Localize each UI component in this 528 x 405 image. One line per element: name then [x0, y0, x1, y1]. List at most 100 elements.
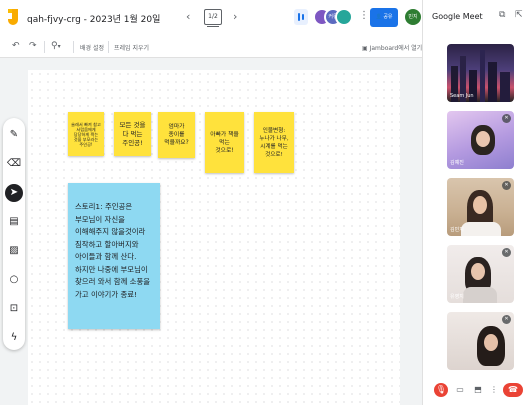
- story-sticky-note[interactable]: 스토리1: 주인공은 부모님이 자신을 이해해주지 않을것이라 짐작하고 할아버…: [68, 183, 160, 329]
- more-options-button[interactable]: ⋮: [487, 383, 501, 397]
- toolbar-divider: [73, 41, 74, 53]
- prev-frame-button[interactable]: ‹: [186, 10, 190, 23]
- more-vert-icon: ⋮: [490, 385, 498, 394]
- laser-icon: ϟ: [10, 332, 18, 343]
- laser-tool[interactable]: ϟ: [5, 329, 23, 347]
- chevron-right-icon: ›: [233, 10, 238, 23]
- open-window-icon: ▣: [362, 45, 368, 52]
- story-note-text: 스토리1: 주인공은 부모님이 자신을 이해해주지 않을것이라 짐작하고 할아버…: [75, 202, 151, 299]
- text-box-icon: ⊡: [9, 303, 19, 314]
- undo-button[interactable]: ↶: [12, 41, 20, 51]
- end-call-icon: ☎: [508, 385, 518, 394]
- frame-indicator[interactable]: 1/2: [204, 9, 222, 27]
- participant-shirt: [461, 222, 501, 236]
- end-call-button[interactable]: ☎: [503, 383, 523, 397]
- chevron-down-icon: ▾: [57, 43, 61, 50]
- user-avatar[interactable]: 민지: [405, 9, 421, 25]
- sticky-note[interactable]: 엄마가 종이를 먹을까요?: [158, 112, 195, 158]
- redo-icon: ↷: [29, 41, 37, 51]
- meet-panel-title: Google Meet: [432, 12, 483, 21]
- background-setting-button[interactable]: 배경 설정: [80, 43, 104, 52]
- pen-tool[interactable]: ✎: [5, 126, 23, 144]
- board-toolbar: ↶ ↷ ⚲▾ 배경 설정 프레임 지우기 ▣ Jamboard에서 열기: [0, 36, 422, 58]
- participant-name: Seam Jun: [450, 93, 474, 99]
- mic-off-icon: ✕: [504, 182, 509, 188]
- more-options-button[interactable]: ⋮: [359, 10, 369, 21]
- sticky-note-tool[interactable]: ▤: [5, 213, 23, 231]
- participant-name: 김예진: [450, 160, 464, 166]
- participant-face: [476, 131, 490, 147]
- participant-name: 김민지: [450, 227, 464, 233]
- clear-frame-button[interactable]: 프레임 지우기: [114, 43, 149, 52]
- mic-toggle-button[interactable]: 🎙: [434, 383, 448, 397]
- document-title[interactable]: qah-fjvy-crg - 2023년 1월 20일: [27, 12, 160, 25]
- sticky-note-text: 인물변형: 누나가 나무, 시계를 먹는 것으로!: [259, 127, 289, 158]
- participant-shirt: [463, 287, 497, 303]
- share-button[interactable]: 👤 공유: [370, 8, 398, 27]
- toolbar-divider: [108, 41, 109, 53]
- mic-off-indicator: ✕: [502, 181, 511, 190]
- meet-audio-indicator[interactable]: [294, 9, 308, 25]
- mic-off-icon: 🎙: [435, 385, 447, 394]
- present-icon: ⬒: [474, 385, 482, 394]
- next-frame-button[interactable]: ›: [233, 10, 237, 23]
- participant-tile[interactable]: Seam Jun: [447, 44, 514, 102]
- sticky-note-icon: ▤: [9, 216, 19, 227]
- text-box-tool[interactable]: ⊡: [5, 300, 23, 318]
- person-add-icon: 👤: [375, 14, 382, 20]
- open-meet-button[interactable]: ⇱: [515, 10, 523, 20]
- avatar: [335, 8, 353, 26]
- sticky-note[interactable]: 아빠가 책을 먹는 것으로!: [205, 112, 244, 173]
- participant-name: 유영지: [450, 294, 464, 300]
- participant-tile[interactable]: ✕ 김민지: [447, 178, 514, 236]
- participant-face: [473, 196, 487, 214]
- zoom-icon: ⚲: [51, 41, 58, 51]
- select-icon: ➤: [9, 187, 19, 198]
- audio-bar-icon: [298, 13, 300, 21]
- participant-face: [484, 334, 498, 351]
- select-tool[interactable]: ➤: [5, 184, 23, 202]
- sticky-note-text: 모든 것을 다 먹는 주인공!: [119, 120, 146, 147]
- mic-off-icon: ✕: [504, 316, 509, 322]
- sticky-note[interactable]: 술래서 빠져 참고 서럽움에게 당당하게 짝는 것을 부모라는 주인공!: [68, 112, 104, 156]
- jamboard-logo-icon: [8, 9, 18, 25]
- eraser-icon: ⌫: [6, 158, 22, 169]
- audio-bar-icon: [302, 14, 304, 20]
- tool-rail: ✎ ⌫ ➤ ▤ ▨ ○ ⊡ ϟ: [3, 118, 25, 350]
- open-in-jamboard-label: Jamboard에서 열기: [369, 45, 423, 52]
- mic-off-indicator: ✕: [502, 315, 511, 324]
- present-button[interactable]: ⬒: [471, 383, 485, 397]
- google-meet-panel: Google Meet ⧉ ⇱ Seam Jun ✕ 김예진 ✕ 김민지 ✕ 유…: [422, 0, 528, 405]
- participant-tile[interactable]: ✕: [447, 312, 514, 370]
- circle-icon: ○: [9, 274, 19, 285]
- undo-icon: ↶: [12, 41, 20, 51]
- chevron-left-icon: ‹: [186, 10, 191, 23]
- open-external-icon: ⇱: [515, 10, 523, 20]
- sticky-note[interactable]: 모든 것을 다 먹는 주인공!: [114, 112, 151, 156]
- whiteboard[interactable]: 술래서 빠져 참고 서럽움에게 당당하게 짝는 것을 부모라는 주인공! 모든 …: [28, 70, 400, 405]
- share-label: 공유: [383, 14, 393, 20]
- zoom-button[interactable]: ⚲▾: [51, 41, 61, 51]
- image-tool[interactable]: ▨: [5, 242, 23, 260]
- open-in-jamboard-button[interactable]: ▣ Jamboard에서 열기: [362, 43, 422, 52]
- pen-icon: ✎: [9, 129, 19, 140]
- more-vert-icon: ⋮: [359, 10, 369, 21]
- sticky-note-text: 술래서 빠져 참고 서럽움에게 당당하게 짝는 것을 부모라는 주인공!: [71, 121, 101, 147]
- eraser-tool[interactable]: ⌫: [5, 155, 23, 173]
- mic-off-icon: ✕: [504, 115, 509, 121]
- sticky-note-text: 엄마가 종이를 먹을까요?: [164, 124, 189, 146]
- camera-toggle-button[interactable]: ▭: [453, 383, 467, 397]
- pip-button[interactable]: ⧉: [499, 10, 505, 20]
- redo-button[interactable]: ↷: [29, 41, 37, 51]
- mic-off-indicator: ✕: [502, 114, 511, 123]
- sticky-note[interactable]: 인물변형: 누나가 나무, 시계를 먹는 것으로!: [254, 112, 294, 173]
- participant-face: [471, 263, 485, 280]
- participant-tile[interactable]: ✕ 김예진: [447, 111, 514, 169]
- circle-tool[interactable]: ○: [5, 271, 23, 289]
- toolbar-divider: [44, 41, 45, 53]
- mic-off-indicator: ✕: [502, 248, 511, 257]
- top-bar: qah-fjvy-crg - 2023년 1월 20일 ‹ 1/2 › 커뮤 ⋮…: [0, 0, 422, 36]
- participant-tile[interactable]: ✕ 유영지: [447, 245, 514, 303]
- camera-icon: ▭: [456, 385, 464, 394]
- collaborator-avatars[interactable]: 커뮤: [313, 8, 353, 28]
